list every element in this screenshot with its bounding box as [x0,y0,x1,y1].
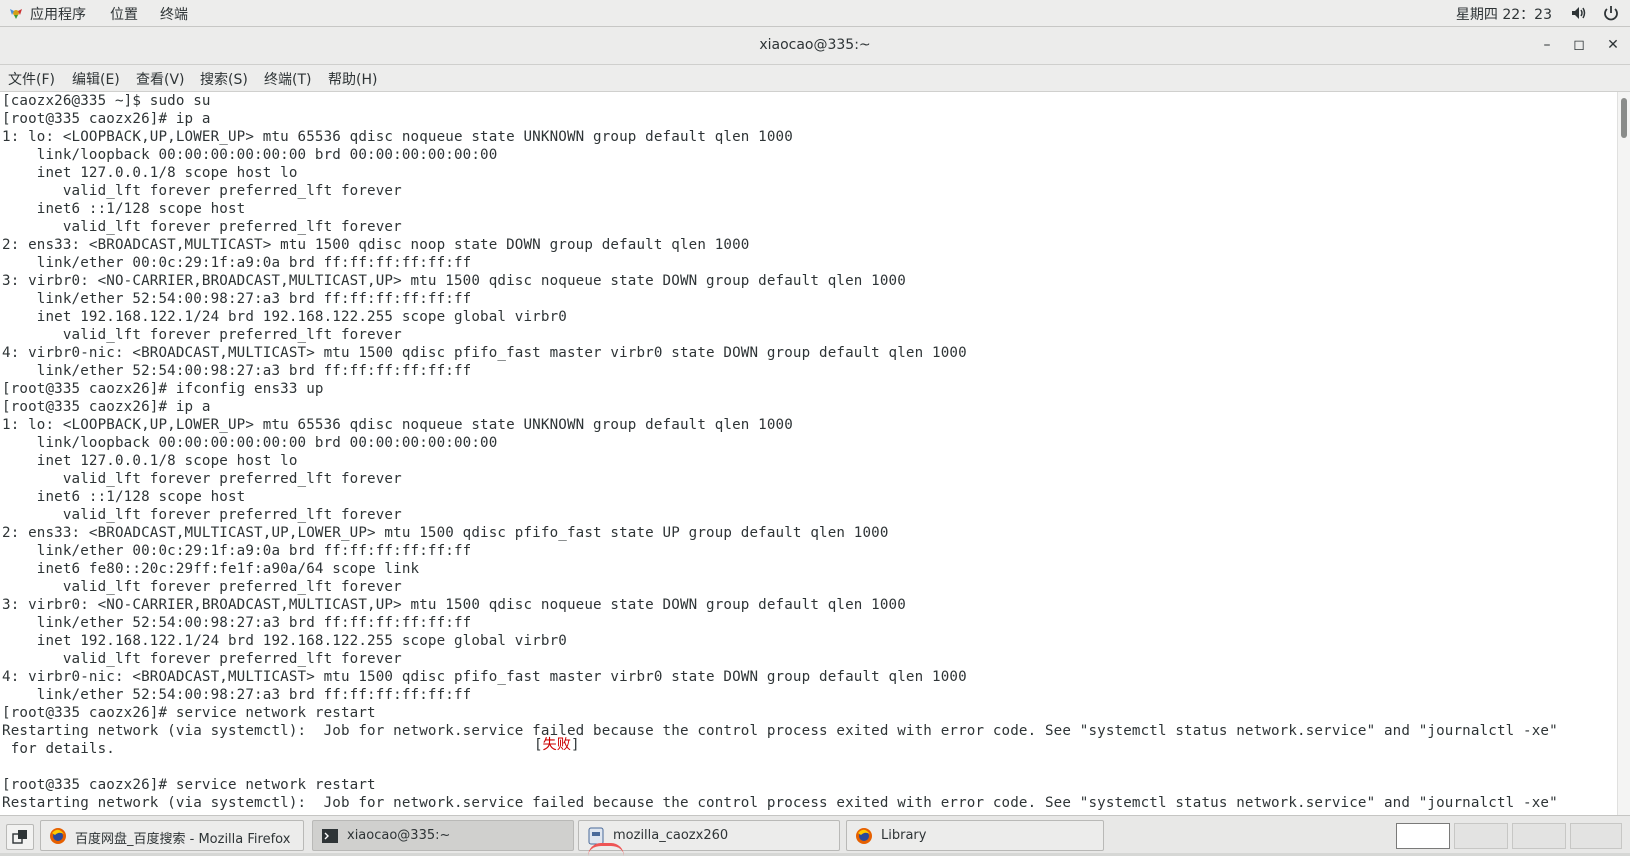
terminal-line: link/ether 52:54:00:98:27:a3 brd ff:ff:f… [2,291,472,307]
terminal-line: link/ether 00:0c:29:1f:a9:0a brd ff:ff:f… [2,255,472,271]
taskbar: 百度网盘_百度搜索 - Mozilla Firefox xiaocao@335:… [0,815,1630,853]
fail-status: [失败] [534,736,579,754]
terminal-line: 2: ens33: <BROADCAST,MULTICAST,UP,LOWER_… [2,525,889,541]
close-button[interactable]: ✕ [1604,36,1622,54]
terminal-line: 2: ens33: <BROADCAST,MULTICAST> mtu 1500… [2,237,750,253]
terminal-line: link/loopback 00:00:00:00:00:00 brd 00:0… [2,147,498,163]
terminal-line: valid_lft forever preferred_lft forever [2,579,402,595]
terminal-line: link/loopback 00:00:00:00:00:00 brd 00:0… [2,435,498,451]
terminal-line: link/ether 52:54:00:98:27:a3 brd ff:ff:f… [2,615,472,631]
terminal-line: 3: virbr0: <NO-CARRIER,BROADCAST,MULTICA… [2,597,906,613]
terminal-lines: [caozx26@335 ~]$ sudo su [root@335 caozx2… [2,92,1558,812]
terminal-line: 4: virbr0-nic: <BROADCAST,MULTICAST> mtu… [2,669,967,685]
fail-text: 失败 [542,737,571,753]
terminal-line: [root@335 caozx26]# ip a [2,399,211,415]
terminal-line: [root@335 caozx26]# ifconfig ens33 up [2,381,324,397]
terminal-icon [322,829,338,843]
terminal-line: link/ether 52:54:00:98:27:a3 brd ff:ff:f… [2,363,472,379]
terminal-line: valid_lft forever preferred_lft forever [2,651,402,667]
terminal-line: inet6 ::1/128 scope host [2,489,246,505]
minimize-button[interactable]: – [1538,36,1556,54]
task-terminal[interactable]: xiaocao@335:~ [312,820,574,851]
task-firefox-baidu[interactable]: 百度网盘_百度搜索 - Mozilla Firefox [40,820,304,851]
terminal-line: inet 127.0.0.1/8 scope host lo [2,453,298,469]
terminal-line: inet6 fe80::20c:29ff:fe1f:a90a/64 scope … [2,561,420,577]
volume-icon[interactable] [1570,4,1588,22]
terminal-line: valid_lft forever preferred_lft forever [2,507,402,523]
terminal-window: xiaocao@335:~ – ◻ ✕ 文件(F) 编辑(E) 查看(V) 搜索… [0,27,1630,815]
terminal-line: valid_lft forever preferred_lft forever [2,219,402,235]
annotation-mark [588,843,624,856]
firefox-icon [856,828,872,844]
terminal-line: link/ether 00:0c:29:1f:a9:0a brd ff:ff:f… [2,543,472,559]
terminal-line: 4: virbr0-nic: <BROADCAST,MULTICAST> mtu… [2,345,967,361]
terminal-line: for details. [2,741,115,757]
workspace-3[interactable] [1512,823,1566,849]
menu-terminal[interactable]: 终端(T) [264,69,311,89]
menu-places[interactable]: 位置 [110,4,138,24]
terminal-line: 1: lo: <LOOPBACK,UP,LOWER_UP> mtu 65536 … [2,417,793,433]
top-panel: 应用程序 位置 终端 星期四 22：23 [0,0,1630,27]
menu-view[interactable]: 查看(V) [136,69,185,89]
terminal-line: [caozx26@335 ~]$ sudo su [2,93,211,109]
terminal-line: valid_lft forever preferred_lft forever [2,471,402,487]
task-library[interactable]: Library [846,820,1104,851]
terminal-line: inet 192.168.122.1/24 brd 192.168.122.25… [2,309,567,325]
scrollbar-thumb[interactable] [1621,98,1627,138]
fail-bracket-close: ] [570,737,580,753]
terminal-line: inet 192.168.122.1/24 brd 192.168.122.25… [2,633,567,649]
terminal-line: Restarting network (via systemctl): Job … [2,723,1558,739]
terminal-line: inet 127.0.0.1/8 scope host lo [2,165,298,181]
show-desktop-button[interactable] [6,824,34,850]
menu-search[interactable]: 搜索(S) [200,69,248,89]
menu-applications[interactable]: 应用程序 [30,4,86,24]
menubar: 文件(F) 编辑(E) 查看(V) 搜索(S) 终端(T) 帮助(H) [0,65,1630,92]
task-label: Library [881,828,927,843]
terminal-line: valid_lft forever preferred_lft forever [2,327,402,343]
menu-help[interactable]: 帮助(H) [328,69,377,89]
clock[interactable]: 星期四 22：23 [1456,4,1552,24]
task-label: mozilla_caozx260 [613,828,729,843]
terminal-line: [root@335 caozx26]# service network rest… [2,777,376,793]
terminal-line: link/ether 52:54:00:98:27:a3 brd ff:ff:f… [2,687,472,703]
workspace-2[interactable] [1454,823,1508,849]
maximize-button[interactable]: ◻ [1570,36,1588,54]
titlebar[interactable]: xiaocao@335:~ – ◻ ✕ [0,27,1630,65]
terminal-line: [root@335 caozx26]# ip a [2,111,211,127]
task-label: xiaocao@335:~ [347,828,451,843]
workspace-1[interactable] [1396,823,1450,849]
show-desktop-icon [12,830,27,844]
menu-edit[interactable]: 编辑(E) [72,69,120,89]
fail-bracket-open: [ [534,737,543,753]
terminal-line: 1: lo: <LOOPBACK,UP,LOWER_UP> mtu 65536 … [2,129,793,145]
menu-terminal[interactable]: 终端 [160,4,188,24]
terminal-line: [root@335 caozx26]# service network rest… [2,705,376,721]
terminal-output[interactable]: [caozx26@335 ~]$ sudo su [root@335 caozx2… [0,92,1618,815]
power-icon[interactable] [1602,4,1620,22]
terminal-line: Restarting network (via systemctl): Job … [2,795,1558,811]
workspace-4[interactable] [1570,823,1622,849]
menu-file[interactable]: 文件(F) [8,69,55,89]
task-label: 百度网盘_百度搜索 - Mozilla Firefox [75,832,291,847]
terminal-line: 3: virbr0: <NO-CARRIER,BROADCAST,MULTICA… [2,273,906,289]
scrollbar[interactable] [1617,92,1630,815]
terminal-line: inet6 ::1/128 scope host [2,201,246,217]
terminal-line: valid_lft forever preferred_lft forever [2,183,402,199]
window-title: xiaocao@335:~ [759,37,871,53]
firefox-icon [50,828,66,844]
applications-icon[interactable] [8,5,24,21]
